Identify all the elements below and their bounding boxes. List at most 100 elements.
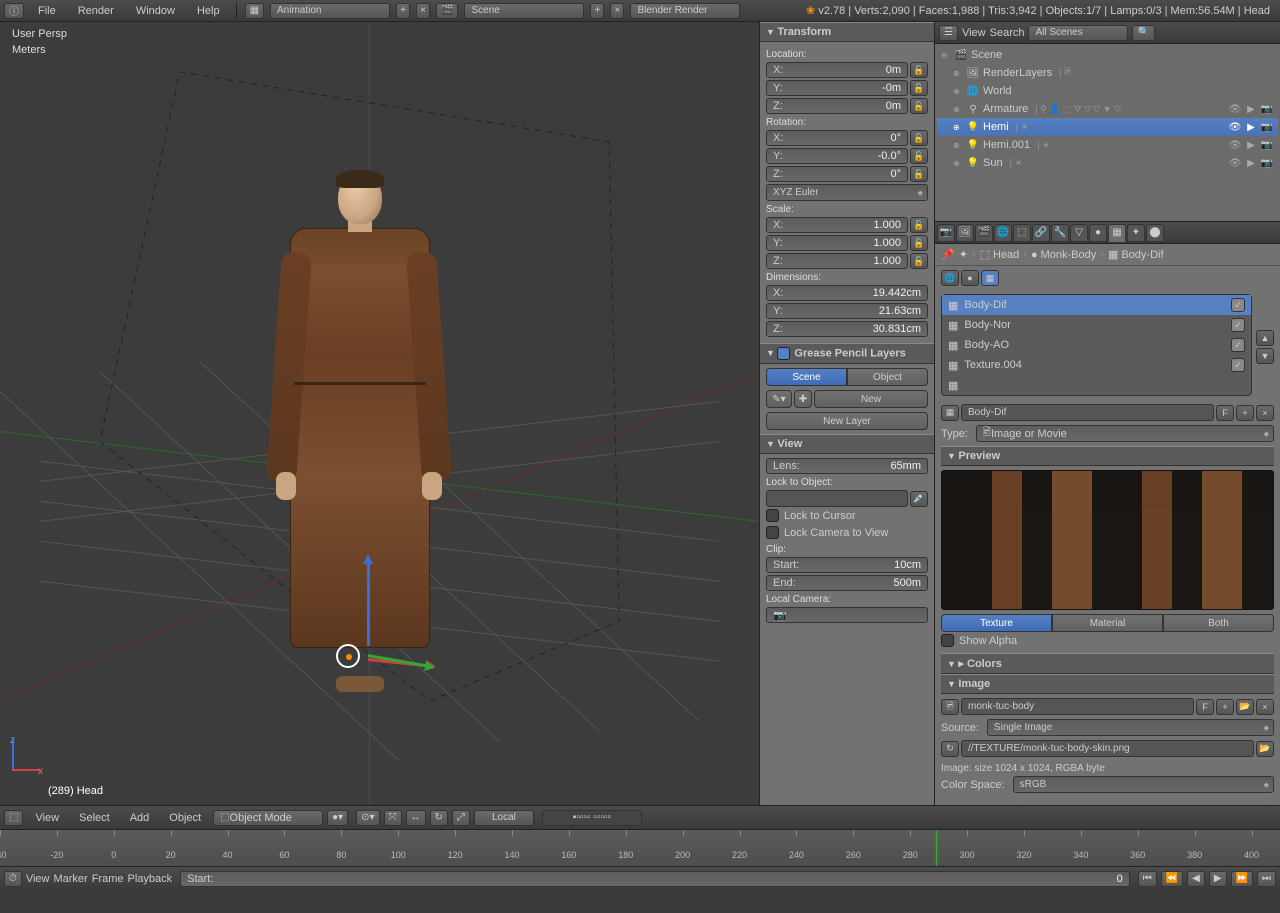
lock-scale-y[interactable]: 🔓 — [910, 235, 928, 251]
outliner-item-hemi[interactable]: ⊕💡Hemi| ☀👁▶📷 — [937, 118, 1278, 136]
image-source-selector[interactable]: Single Image — [987, 719, 1274, 736]
image-new[interactable]: + — [1216, 699, 1234, 715]
vp-view-menu[interactable]: View — [27, 810, 67, 826]
manipulator-toggle[interactable]: ⤧ — [384, 810, 402, 826]
texture-add-button[interactable]: ▲ — [1256, 330, 1274, 346]
keyframe-next-button[interactable]: ⏩ — [1231, 871, 1253, 887]
dim-z-field[interactable]: Z:30.831cm — [766, 321, 928, 337]
tab-render[interactable]: 📷 — [937, 224, 955, 242]
reload-icon[interactable]: ↻ — [941, 741, 959, 757]
rotation-z-field[interactable]: Z:0° — [766, 166, 908, 182]
image-unlink[interactable]: × — [1256, 699, 1274, 715]
viewport-editor-icon[interactable]: ⬚ — [4, 810, 23, 826]
tab-scene[interactable]: 🎬 — [975, 224, 993, 242]
gp-pencil-icon[interactable]: ✎▾ — [766, 390, 792, 408]
play-reverse-button[interactable]: ◀ — [1187, 871, 1205, 887]
menu-help[interactable]: Help — [189, 3, 228, 19]
layout-add-button[interactable]: + — [396, 3, 410, 19]
breadcrumb-texture[interactable]: ▦ Body-Dif — [1108, 248, 1164, 261]
tab-particles[interactable]: ✦ — [1127, 224, 1145, 242]
3d-viewport[interactable]: User Persp Meters zx (289) Head — [0, 22, 760, 805]
texture-type-selector[interactable]: 🖻 Image or Movie — [976, 425, 1274, 442]
lock-loc-y[interactable]: 🔓 — [910, 80, 928, 96]
texture-slot-list[interactable]: ▦Body-Dif✓▦Body-Nor✓▦Body-AO✓▦Texture.00… — [941, 294, 1252, 396]
tl-playback-menu[interactable]: Playback — [127, 873, 172, 885]
texture-remove-button[interactable]: ▼ — [1256, 348, 1274, 364]
texture-slot-body-ao[interactable]: ▦Body-AO✓ — [942, 335, 1251, 355]
manipulator-rotate[interactable]: ↻ — [430, 810, 448, 826]
lock-rot-x[interactable]: 🔓 — [910, 130, 928, 146]
jump-start-button[interactable]: ⏮ — [1138, 871, 1157, 887]
rotation-x-field[interactable]: X:0° — [766, 130, 908, 146]
outliner-search-menu[interactable]: Search — [990, 27, 1025, 39]
lock-cursor-checkbox[interactable] — [766, 509, 779, 522]
tl-marker-menu[interactable]: Marker — [53, 873, 87, 885]
timeline-track[interactable]: -40-200204060801001201401601802002202402… — [0, 830, 1280, 866]
show-alpha-checkbox[interactable] — [941, 634, 954, 647]
info-editor-icon[interactable]: ⓘ — [4, 3, 24, 19]
tab-data[interactable]: ▽ — [1070, 224, 1088, 242]
tab-render-layers[interactable]: 🖼 — [956, 224, 974, 242]
outliner-item-sun[interactable]: ⊕💡Sun| ☀👁▶📷 — [937, 154, 1278, 172]
gp-newlayer-button[interactable]: New Layer — [766, 412, 928, 430]
outliner-item-hemi-001[interactable]: ⊕💡Hemi.001| ☀👁▶📷 — [937, 136, 1278, 154]
image-fake-user[interactable]: F — [1196, 699, 1214, 715]
breadcrumb-object[interactable]: ⬚ Head — [980, 248, 1020, 261]
tab-modifiers[interactable]: 🔧 — [1051, 224, 1069, 242]
tab-world[interactable]: 🌐 — [994, 224, 1012, 242]
lock-rot-y[interactable]: 🔓 — [910, 148, 928, 164]
texture-new-button[interactable]: + — [1236, 405, 1254, 421]
outliner-item-armature[interactable]: ⊕⚲Armature| ⚲ 👤 ⬚ ⛛ ▽ ▽ ▼ ▽👁▶📷 — [937, 100, 1278, 118]
vp-select-menu[interactable]: Select — [71, 810, 118, 826]
texture-name-field[interactable]: Body-Dif — [961, 404, 1214, 421]
outliner-view-menu[interactable]: View — [962, 27, 986, 39]
menu-window[interactable]: Window — [128, 3, 183, 19]
pivot-selector[interactable]: ⊙▾ — [356, 810, 379, 826]
tab-constraints[interactable]: 🔗 — [1032, 224, 1050, 242]
orientation-selector[interactable]: Local — [474, 810, 534, 826]
local-camera-field[interactable]: 📷 — [766, 607, 928, 623]
character-mesh[interactable] — [260, 172, 450, 682]
vp-add-menu[interactable]: Add — [122, 810, 158, 826]
gp-add-button[interactable]: ✚ — [794, 390, 812, 408]
breadcrumb-material[interactable]: ● Monk-Body — [1031, 249, 1096, 261]
layout-remove-button[interactable]: × — [416, 3, 430, 19]
gp-object-button[interactable]: Object — [847, 368, 928, 386]
layout-selector[interactable]: Animation — [270, 3, 390, 19]
tab-texture[interactable]: ▦ — [1108, 224, 1126, 242]
mode-selector[interactable]: ⬚ Object Mode — [213, 810, 323, 826]
play-button[interactable]: ▶ — [1209, 871, 1227, 887]
gp-new-button[interactable]: New — [814, 390, 928, 408]
texture-browse-icon[interactable]: ▦ — [941, 405, 959, 421]
lock-object-field[interactable] — [766, 490, 908, 507]
timeline-editor-icon[interactable]: ⏱ — [4, 871, 22, 887]
lock-loc-x[interactable]: 🔓 — [910, 62, 928, 78]
texture-unlink-button[interactable]: × — [1256, 405, 1274, 421]
preview-both-button[interactable]: Both — [1163, 614, 1274, 632]
image-header[interactable]: Image — [941, 674, 1274, 694]
manipulator-z-axis[interactable] — [367, 562, 370, 646]
preview-header[interactable]: Preview — [941, 446, 1274, 466]
colors-header[interactable]: ▸ Colors — [941, 653, 1274, 674]
tex-context-material[interactable]: ● — [961, 270, 979, 286]
jump-end-button[interactable]: ⏭ — [1257, 871, 1276, 887]
lock-loc-z[interactable]: 🔓 — [910, 98, 928, 114]
tex-context-texture[interactable]: ▦ — [981, 270, 999, 286]
lens-field[interactable]: Lens:65mm — [766, 458, 928, 474]
gp-scene-button[interactable]: Scene — [766, 368, 847, 386]
scene-icon[interactable]: 🎬 — [436, 3, 458, 19]
outliner-editor-icon[interactable]: ☰ — [939, 25, 958, 41]
keyframe-prev-button[interactable]: ⏪ — [1161, 871, 1183, 887]
outliner-item-world[interactable]: ⊕🌐World — [937, 82, 1278, 100]
tex-context-world[interactable]: 🌐 — [941, 270, 959, 286]
fake-user-button[interactable]: F — [1216, 405, 1234, 421]
scale-z-field[interactable]: Z:1.000 — [766, 253, 908, 269]
scene-remove-button[interactable]: × — [610, 3, 624, 19]
rotation-y-field[interactable]: Y:-0.0° — [766, 148, 908, 164]
colorspace-selector[interactable]: sRGB — [1013, 776, 1274, 793]
menu-render[interactable]: Render — [70, 3, 122, 19]
layout-icon[interactable]: ▦ — [245, 3, 264, 19]
tab-physics[interactable]: ⬤ — [1146, 224, 1164, 242]
tl-view-menu[interactable]: View — [26, 873, 50, 885]
lock-rot-z[interactable]: 🔓 — [910, 166, 928, 182]
